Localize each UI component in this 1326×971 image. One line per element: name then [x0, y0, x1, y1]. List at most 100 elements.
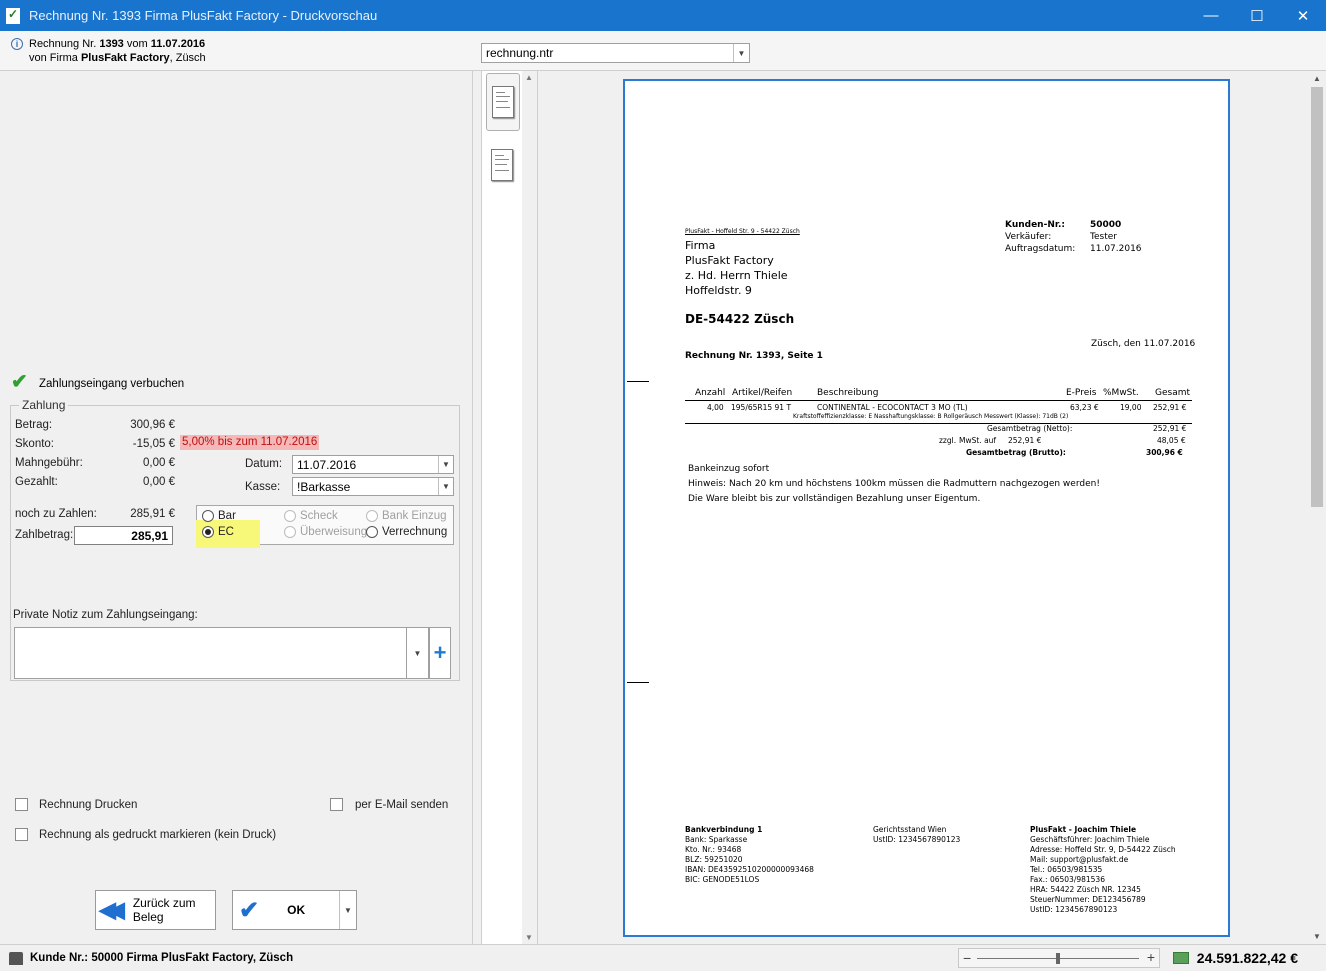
chevron-down-icon[interactable]: ▼	[339, 891, 356, 929]
dunning-fee-value: 0,00 €	[143, 457, 175, 469]
window-controls: — ☐ ✕	[1188, 0, 1326, 31]
dunning-fee-label: Mahngebühr:	[15, 457, 83, 469]
radio-verrechnung[interactable]	[366, 526, 378, 538]
chevron-down-icon[interactable]: ▼	[438, 478, 453, 495]
ok-button-label: OK	[287, 903, 306, 917]
row-total: 252,91 €	[1153, 403, 1187, 412]
minimize-button[interactable]: —	[1188, 0, 1234, 31]
chevron-down-icon[interactable]: ▼	[733, 44, 749, 62]
zoom-out-icon[interactable]: −	[963, 950, 971, 966]
zoom-knob[interactable]	[1056, 953, 1060, 964]
gross-value: 300,96 €	[1146, 448, 1183, 457]
meta-value: 11.07.2016	[1090, 244, 1142, 254]
note-input[interactable]	[14, 627, 407, 679]
preview-scrollbar[interactable]: ▲ ▼	[1309, 71, 1326, 944]
page-thumbnail[interactable]	[491, 149, 513, 181]
book-payment-label[interactable]: Zahlungseingang verbuchen	[39, 378, 184, 390]
plus-icon: +	[433, 640, 447, 665]
back-button-label: Zurück zum Beleg	[132, 896, 196, 924]
discount-label: Skonto:	[15, 438, 54, 450]
maximize-button[interactable]: ☐	[1234, 0, 1280, 31]
footer-bank-line: Kto. Nr.: 93468	[685, 845, 742, 854]
checkmark-ok-icon: ✔	[239, 896, 260, 924]
note-dropdown[interactable]: ▼	[406, 627, 429, 679]
radio-verrechnung-label[interactable]: Verrechnung	[382, 526, 447, 538]
note-label: Private Notiz zum Zahlungseingang:	[13, 609, 198, 621]
zoom-slider[interactable]: − +	[958, 948, 1160, 968]
customer-icon	[9, 952, 23, 965]
meta-label: Auftragsdatum:	[1005, 244, 1076, 254]
header-company: PlusFakt Factory	[80, 52, 170, 64]
footer-company-line: Tel.: 06503/981535	[1030, 865, 1103, 874]
chevron-down-icon: ▼	[413, 648, 422, 658]
info-icon: i	[11, 38, 23, 50]
scroll-down-icon[interactable]: ▼	[525, 933, 533, 942]
col-article: Artikel/Reifen	[732, 388, 793, 398]
col-quantity: Anzahl	[695, 388, 726, 398]
date-label: Datum:	[245, 458, 283, 470]
recipient-city: DE-54422 Züsch	[685, 312, 795, 326]
status-total: 24.591.822,42 €	[1196, 950, 1298, 966]
scroll-up-icon[interactable]: ▲	[1313, 74, 1321, 83]
paid-label: Gezahlt:	[15, 476, 58, 488]
radio-ec[interactable]	[202, 526, 214, 538]
row-vat: 19,00	[1120, 403, 1142, 412]
page-thumbnails: ▲ ▼	[481, 71, 538, 944]
checkmark-icon[interactable]: ✔	[11, 369, 28, 394]
vat-prefix: zzgl.	[939, 436, 957, 445]
meta-value: 50000	[1090, 220, 1122, 230]
scroll-up-icon[interactable]: ▲	[525, 73, 533, 82]
remaining-value: 285,91 €	[130, 508, 175, 520]
footer-bank-line: IBAN: DE43592510200000093468	[685, 865, 814, 874]
scroll-down-icon[interactable]: ▼	[1313, 932, 1321, 941]
thumbnail-scrollbar[interactable]: ▲ ▼	[522, 71, 537, 944]
mark-printed-checkbox[interactable]	[15, 828, 28, 841]
zoom-in-icon[interactable]: +	[1147, 949, 1155, 965]
row-article: 195/65R15 91 T	[731, 403, 792, 412]
radio-scheck-label: Scheck	[300, 510, 338, 522]
close-button[interactable]: ✕	[1280, 0, 1326, 31]
window-title: Rechnung Nr. 1393 Firma PlusFakt Factory…	[29, 8, 378, 23]
scroll-thumb[interactable]	[1311, 87, 1323, 507]
footer-company-line: Adresse: Hoffeld Str. 9, D-54422 Züsch	[1030, 845, 1176, 854]
layout-select[interactable]: rechnung.ntr ▼	[481, 43, 750, 63]
cashbox-select[interactable]: !Barkasse ▼	[292, 477, 454, 496]
footer-court-line: UstID: 1234567890123	[873, 835, 961, 844]
email-checkbox[interactable]	[330, 798, 343, 811]
back-button[interactable]: ◀◀ Zurück zum Beleg	[95, 890, 216, 930]
mark-printed-checkbox-label[interactable]: Rechnung als gedruckt markieren (kein Dr…	[39, 829, 276, 841]
radio-bankeinzug	[366, 510, 378, 522]
paid-value: 0,00 €	[143, 476, 175, 488]
pay-amount-input[interactable]: 285,91	[74, 526, 173, 545]
radio-bankeinzug-label: Bank Einzug	[382, 510, 447, 522]
place-date: Züsch, den 11.07.2016	[1091, 339, 1196, 349]
thumbnail-selected[interactable]	[486, 73, 520, 131]
net-label: Gesamtbetrag (Netto):	[987, 424, 1073, 433]
print-checkbox-label[interactable]: Rechnung Drucken	[39, 799, 137, 811]
note-add-button[interactable]: +	[429, 627, 451, 679]
header-line-company: von Firma PlusFakt Factory, Züsch	[29, 52, 206, 64]
money-icon	[1173, 952, 1189, 964]
header-invoice-date: 11.07.2016	[150, 38, 206, 50]
footer-bank-line: BLZ: 59251020	[685, 855, 743, 864]
print-checkbox[interactable]	[15, 798, 28, 811]
page-thumbnail[interactable]	[492, 86, 514, 118]
note-line: Bankeinzug sofort	[688, 464, 770, 474]
ok-button[interactable]: ✔ OK ▼	[232, 890, 357, 930]
fold-mark	[627, 682, 649, 683]
invoice-heading: Rechnung Nr. 1393, Seite 1	[685, 351, 823, 361]
row-quantity: 4,00	[707, 403, 724, 412]
date-field[interactable]: 11.07.2016 ▼	[292, 455, 454, 474]
discount-value: -15,05 €	[132, 438, 175, 450]
chevron-down-icon[interactable]: ▼	[438, 456, 453, 473]
email-checkbox-label[interactable]: per E-Mail senden	[355, 799, 448, 811]
amount-value: 300,96 €	[130, 419, 175, 431]
col-description: Beschreibung	[817, 388, 879, 398]
radio-bar[interactable]	[202, 510, 214, 522]
col-unit-price: E-Preis	[1066, 388, 1097, 398]
footer-company-line: Geschäftsführer: Joachim Thiele	[1030, 835, 1150, 844]
radio-bar-label[interactable]: Bar	[218, 510, 236, 522]
print-preview: PlusFakt - Hoffeld Str. 9 - 54422 Züsch …	[538, 71, 1326, 944]
radio-ec-label[interactable]: EC	[218, 526, 234, 538]
fold-mark	[627, 381, 649, 382]
